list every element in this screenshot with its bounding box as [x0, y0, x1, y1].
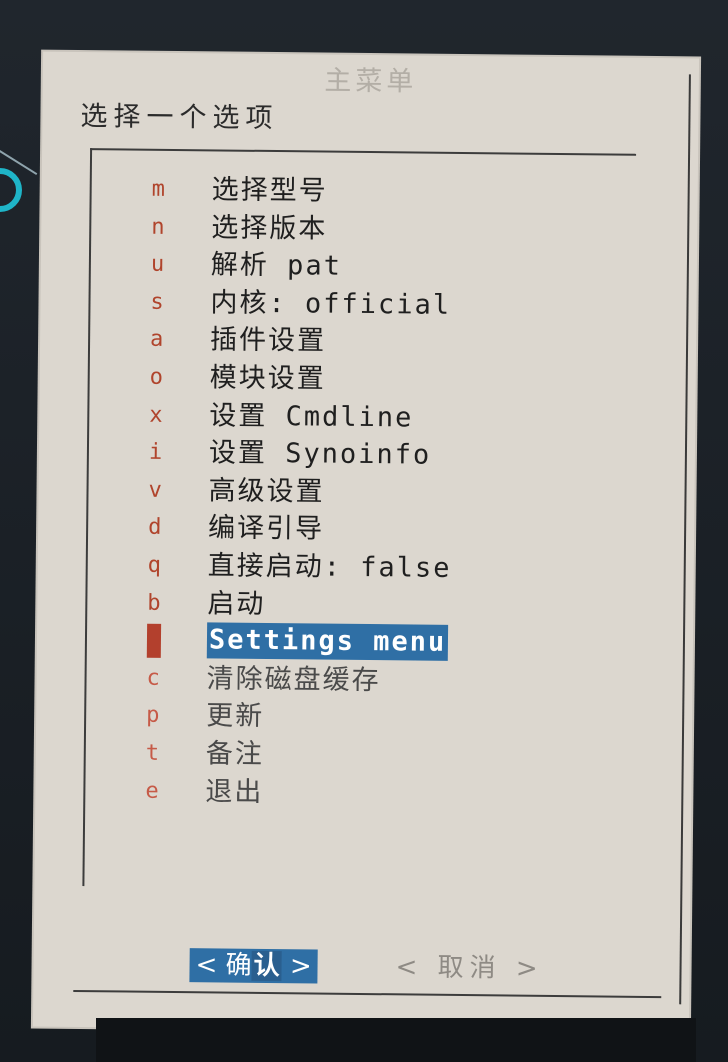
- monitor-bezel: [96, 1018, 696, 1062]
- menu-item-label: 设置 Cmdline: [209, 399, 414, 434]
- menu-item-label: 直接启动: false: [207, 550, 452, 584]
- menu-item-label: 备注: [205, 738, 264, 770]
- menu-item-label: 退出: [205, 775, 264, 808]
- menu-item-hotkey: [146, 623, 162, 658]
- dialog-frame-right: [679, 74, 691, 1005]
- menu-item-label: 选择型号: [211, 174, 328, 207]
- menu-item-hotkey: s: [150, 289, 164, 315]
- menu-item-hotkey: t: [145, 740, 160, 766]
- main-menu-dialog: 主菜单 选择一个选项 m 选择型号 n 选择版本 u 解析 pat s 内核: …: [32, 51, 700, 1034]
- menu-item-label: 更新: [206, 700, 265, 733]
- dialog-prompt: 选择一个选项: [80, 100, 279, 135]
- menu-item-label: 选择版本: [211, 211, 328, 245]
- menu-item-label: 清除磁盘缓存: [206, 663, 381, 696]
- ok-button-hotkey: 认: [251, 950, 282, 982]
- menu-item-hotkey: d: [148, 515, 162, 541]
- menu-item-label: 设置 Synoinfo: [208, 437, 432, 471]
- menu-item-hotkey: m: [151, 176, 166, 202]
- menu-item-hotkey: i: [148, 439, 163, 466]
- menu-item-hotkey: a: [149, 327, 164, 353]
- menu-item-label: 插件设置: [209, 324, 327, 357]
- menu-list-box: m 选择型号 n 选择版本 u 解析 pat s 内核: official a …: [82, 148, 637, 892]
- dialog-bottom-border: [73, 989, 662, 999]
- menu-item-hotkey: p: [146, 703, 160, 729]
- menu-item-hotkey: v: [148, 477, 162, 503]
- menu-item-label: 高级设置: [208, 475, 325, 508]
- menu-item-label: 模块设置: [209, 362, 326, 395]
- menu-item-hotkey: b: [147, 590, 161, 616]
- menu-item-label: 编译引导: [207, 512, 325, 545]
- ok-button-right-bracket: >: [289, 951, 312, 982]
- ok-button-left-bracket: <: [195, 950, 218, 981]
- menu-item-label: 解析 pat: [210, 249, 343, 282]
- menu-item-label: 内核: official: [210, 287, 452, 321]
- menu-item-hotkey: q: [147, 552, 162, 578]
- cancel-button[interactable]: < 取消 >: [395, 950, 543, 986]
- ok-button[interactable]: < 确认 >: [189, 948, 318, 984]
- menu-item-hotkey: n: [151, 214, 165, 240]
- menu-item-hotkey: x: [149, 402, 163, 428]
- menu-item-hotkey: e: [145, 778, 159, 804]
- ok-button-text: 确: [225, 950, 252, 981]
- menu-item-label: Settings menu: [206, 622, 449, 661]
- menu-item-hotkey: c: [146, 665, 160, 691]
- menu-item-hotkey: o: [149, 364, 164, 390]
- menu-item-hotkey: u: [150, 251, 165, 278]
- menu-item-label: 启动: [207, 587, 266, 620]
- menu-list: m 选择型号 n 选择版本 u 解析 pat s 内核: official a …: [145, 171, 451, 810]
